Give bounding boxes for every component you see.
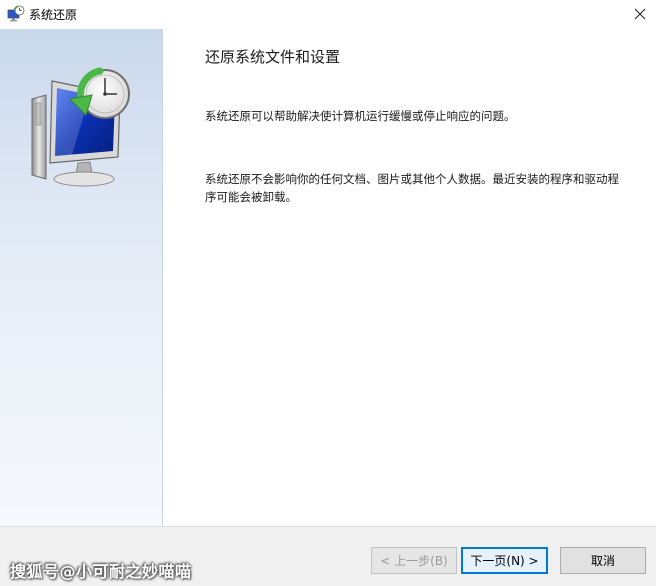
- close-icon: [634, 5, 646, 24]
- close-button[interactable]: [624, 0, 656, 29]
- wizard-sidebar: [0, 29, 163, 526]
- back-button[interactable]: < 上一步(B): [371, 547, 457, 574]
- system-restore-monitor-clock-icon: [20, 59, 138, 189]
- system-restore-icon: [7, 5, 25, 23]
- title-bar: 系统还原: [0, 0, 656, 29]
- system-restore-window: 系统还原 还原系统文件和设置 系统还原可以帮助解决使计算机运行缓慢或停止响应的问…: [0, 0, 656, 586]
- wizard-content: 还原系统文件和设置 系统还原可以帮助解决使计算机运行缓慢或停止响应的问题。 系统…: [163, 29, 656, 526]
- window-title: 系统还原: [29, 8, 78, 22]
- description-text: 系统还原可以帮助解决使计算机运行缓慢或停止响应的问题。: [205, 109, 516, 123]
- page-title: 还原系统文件和设置: [205, 48, 341, 66]
- next-button[interactable]: 下一页(N) >: [461, 547, 548, 574]
- wizard-footer: 搜狐号@小可耐之妙喵喵 < 上一步(B) 下一页(N) > 取消: [0, 526, 656, 586]
- note-text: 系统还原不会影响你的任何文档、图片或其他个人数据。最近安装的程序和驱动程序可能会…: [205, 172, 619, 204]
- watermark-text: 搜狐号@小可耐之妙喵喵: [10, 562, 192, 581]
- cancel-button[interactable]: 取消: [560, 547, 646, 574]
